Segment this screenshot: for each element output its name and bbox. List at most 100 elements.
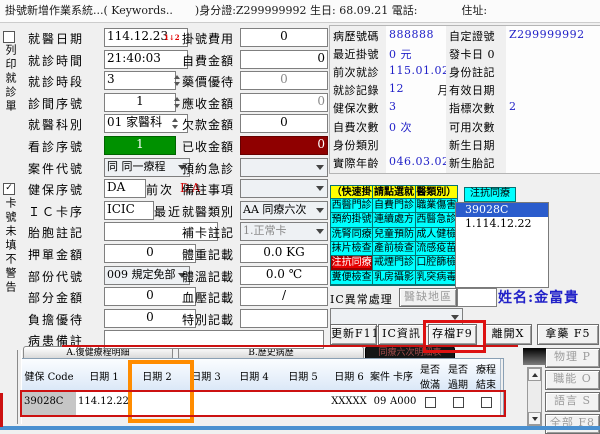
quick-type-cell-r3c2[interactable]: 流感疫苗 [416, 242, 457, 256]
table-cell[interactable]: A000 [390, 392, 417, 416]
quick-type-cell-r5c0[interactable]: 糞便檢查 [331, 271, 373, 285]
table-header-cell: 日期 6 [328, 359, 371, 393]
list-item[interactable]: 1.114.12.22 [456, 217, 548, 231]
quick-type-cell-r2c0[interactable]: 洗腎同療 [331, 228, 373, 242]
table-cell[interactable]: XXXXX [328, 392, 371, 416]
update-f11-button[interactable]: 更新F11 [330, 324, 377, 345]
special-note-label: 特別記載 [182, 311, 234, 328]
weight-label: 體重記載 [182, 246, 234, 263]
quick-type-cell-r4c2[interactable]: 口腔篩檢 [416, 256, 457, 270]
department-input[interactable]: 01 家醫科 [104, 114, 188, 133]
table-cell[interactable]: 09 [370, 392, 391, 416]
temperature-input[interactable]: 0.0 ℃ [240, 266, 328, 285]
receivable-amount-label: 應收金額 [182, 95, 234, 112]
save-f9-button[interactable]: 存檔F9 [428, 324, 477, 345]
visit-period-input[interactable]: 3 [104, 71, 176, 90]
table-cell[interactable] [132, 392, 183, 416]
table-header-cell: 療程 結束 [472, 359, 501, 393]
special-note-input[interactable] [240, 309, 328, 328]
chevron-down-icon [316, 165, 324, 170]
chevron-down-icon [316, 208, 324, 213]
quick-type-cell-r1c0[interactable]: 預約掛號 [331, 213, 373, 227]
registration-fee-input[interactable]: 0 [240, 28, 328, 47]
received-amount-input[interactable]: 0 [240, 136, 328, 155]
arrears-amount-label: 欠款金額 [182, 116, 234, 133]
quick-type-cell-r4c0[interactable]: 注抗同療 [331, 256, 373, 270]
table-cell[interactable] [230, 392, 279, 416]
patient-remark-input[interactable] [104, 330, 324, 349]
get-medicine-f5-button[interactable]: 拿藥 F5 [537, 324, 599, 345]
quick-type-cell-r4c1[interactable]: 戒煙門診 [373, 256, 415, 270]
visit-type-input[interactable]: AA 同療六次 [240, 201, 328, 220]
spinner-up-icon[interactable] [174, 75, 180, 79]
same-therapy-listbox[interactable]: 39028C1.114.12.22 [455, 202, 549, 288]
visit-order-input[interactable]: 1 [104, 136, 176, 155]
drug-discount-input[interactable]: 0 [240, 71, 328, 90]
receivable-amount-input[interactable]: 0 [240, 93, 328, 112]
quick-type-cell-r5c2[interactable]: 乳突病毒 [416, 271, 457, 285]
table-header-cell: 案件 [370, 359, 391, 393]
table-cell[interactable] [182, 392, 231, 416]
spinner-down-icon[interactable] [174, 104, 180, 108]
table-cell[interactable]: 39028C [22, 392, 79, 416]
table-cell[interactable] [278, 392, 329, 416]
table-header-cell: 卡序 [390, 359, 417, 393]
table-cell[interactable] [444, 392, 473, 416]
row-checkbox[interactable] [453, 397, 464, 408]
quick-type-cell-r0c1[interactable]: 自費門診 [373, 199, 415, 213]
table-cell[interactable]: 114.12.22 [76, 392, 135, 416]
quick-type-cell-r2c2[interactable]: 成人健檢 [416, 228, 457, 242]
print-slip-checkbox[interactable] [3, 31, 15, 43]
window-bottom-edge [0, 426, 600, 430]
received-amount-label: 已收金額 [182, 138, 234, 155]
ic-info-button[interactable]: IC資訊 [378, 324, 425, 345]
quick-type-cell-r3c1[interactable]: 產前檢查 [373, 242, 415, 256]
card-reissue-note-input[interactable]: 1.正常卡 [240, 222, 328, 241]
blood-pressure-input[interactable]: / [240, 287, 328, 306]
self-pay-amount-label: 自費金額 [182, 52, 234, 69]
quick-type-cell-r0c0[interactable]: 西醫門診 [331, 199, 373, 213]
date-picker-icon[interactable]: 1↓2 [164, 33, 180, 42]
spinner-up-icon[interactable] [174, 97, 180, 101]
quick-type-cell-r2c1[interactable]: 兒童預防 [373, 228, 415, 242]
ic-abnormal-label: IC異常處理 [330, 291, 393, 307]
arrears-amount-input[interactable]: 0 [240, 114, 328, 133]
spinner-down-icon[interactable] [174, 82, 180, 86]
quick-type-cell-r5c1[interactable]: 乳房攝影 [373, 271, 415, 285]
copay-code-input[interactable]: 009 規定免部 [104, 266, 190, 285]
scroll-up-icon[interactable] [528, 368, 541, 381]
list-item[interactable]: 39028C [456, 203, 548, 217]
visit-time-input[interactable]: 21:40:03 [104, 50, 188, 69]
quick-type-cell-r0c2[interactable]: 職業傷害 [416, 199, 457, 213]
quick-panel-header-cell: （快速掛 [331, 186, 373, 199]
ic-card-seq-input[interactable]: ICIC [104, 201, 154, 220]
table-cell[interactable] [472, 392, 501, 416]
appointment-er-input[interactable] [240, 158, 328, 177]
weight-input[interactable]: 0.0 KG [240, 244, 328, 263]
row-checkbox[interactable] [481, 397, 492, 408]
case-code-input[interactable]: 同 同一療程 [104, 158, 190, 177]
row-checkbox[interactable] [425, 397, 436, 408]
table-header-cell: 健保 Code [22, 359, 77, 393]
room-seq-label: 診間序號 [28, 95, 84, 112]
room-seq-input[interactable]: 1 [104, 93, 176, 112]
table-cell[interactable] [416, 392, 445, 416]
nhi-seq-input[interactable]: DA [104, 179, 146, 198]
scroll-down-icon[interactable] [528, 412, 541, 425]
ic-abnormal-input[interactable] [457, 288, 497, 307]
spinner-down-icon[interactable] [172, 125, 178, 129]
self-pay-amount-input[interactable]: 0 [240, 50, 328, 69]
quick-type-cell-r3c0[interactable]: 抹片檢查 [331, 242, 373, 256]
table-scrollbar[interactable] [527, 367, 542, 426]
spinner-up-icon[interactable] [172, 118, 178, 122]
visit-type-label: 就醫類別 [182, 203, 234, 220]
quick-type-cell-r1c1[interactable]: 連續處方 [373, 213, 415, 227]
remark-item-input[interactable] [240, 179, 328, 198]
exit-button[interactable]: 離開X [484, 324, 532, 345]
quick-panel-header-cell: 醫類別） [416, 186, 457, 199]
table-header-cell: 日期 2 [132, 359, 183, 393]
quick-type-cell-r1c2[interactable]: 西醫急診 [416, 213, 457, 227]
appointment-er-label: 預約急診 [182, 160, 234, 177]
card-no-warning-checkbox[interactable]: ✓ [3, 183, 15, 195]
patient-name: 姓名:金富貴 [498, 287, 579, 307]
